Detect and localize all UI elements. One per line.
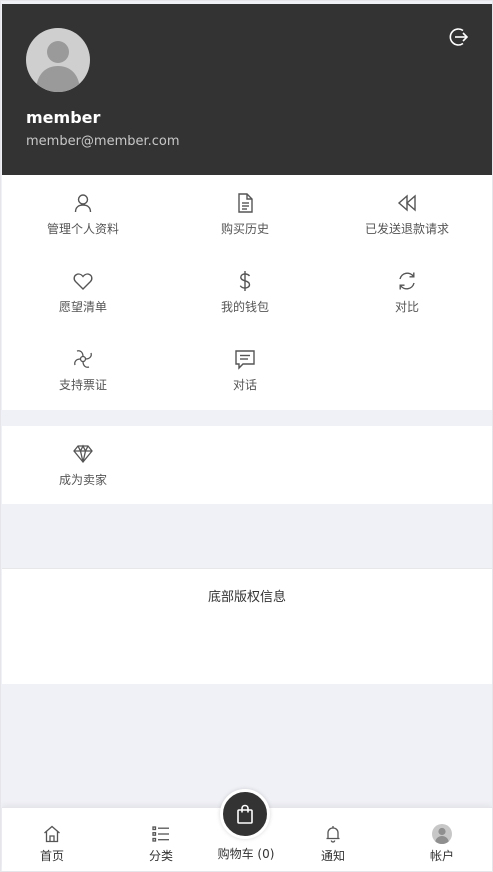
bell-icon bbox=[326, 826, 340, 843]
become-seller-button[interactable]: 成为卖家 bbox=[2, 426, 164, 504]
menu-item-wallet[interactable]: 我的钱包 bbox=[164, 253, 326, 331]
nav-categories-label: 分类 bbox=[148, 849, 173, 863]
user-silhouette-icon bbox=[435, 827, 449, 844]
nav-cart-label[interactable]: 购物车 (0) bbox=[196, 845, 296, 862]
menu-item-conversations[interactable]: 对话 bbox=[164, 331, 326, 409]
user-icon bbox=[74, 194, 92, 213]
logout-button[interactable] bbox=[448, 26, 470, 48]
profile-header: member member@member.com bbox=[2, 4, 492, 175]
support-icon bbox=[74, 350, 92, 368]
footer: 底部版权信息 bbox=[2, 568, 492, 684]
copyright-text: 底部版权信息 bbox=[207, 590, 286, 605]
become-seller-label: 成为卖家 bbox=[58, 473, 107, 487]
menu-item-compare[interactable]: 对比 bbox=[326, 253, 488, 331]
heart-icon bbox=[73, 273, 93, 290]
menu-item-manage-profile[interactable]: 管理个人资料 bbox=[2, 175, 164, 253]
user-email: member@member.com bbox=[26, 134, 180, 149]
account-menu: 管理个人资料 购买历史 已发送退款请求 愿望清单 我的钱包 对比 支持票证 对话 bbox=[2, 175, 492, 410]
menu-item-label: 已发送退款请求 bbox=[364, 222, 449, 236]
menu-item-label: 对比 bbox=[394, 300, 419, 314]
shopping-bag-icon bbox=[237, 804, 253, 824]
menu-item-label: 购买历史 bbox=[220, 222, 269, 236]
avatar bbox=[26, 28, 90, 92]
user-silhouette-icon bbox=[36, 41, 80, 92]
rewind-icon bbox=[397, 194, 416, 212]
username: member bbox=[26, 108, 101, 127]
nav-categories[interactable]: 分类 bbox=[111, 808, 211, 871]
menu-item-label: 对话 bbox=[232, 378, 257, 392]
nav-home-label: 首页 bbox=[39, 849, 64, 863]
nav-notifications-label: 通知 bbox=[320, 849, 345, 863]
menu-item-support-tickets[interactable]: 支持票证 bbox=[2, 331, 164, 409]
logout-icon bbox=[449, 28, 469, 46]
menu-item-refund-requests[interactable]: 已发送退款请求 bbox=[326, 175, 488, 253]
cart-button[interactable] bbox=[220, 789, 270, 839]
diamond-icon bbox=[73, 444, 93, 464]
nav-home[interactable]: 首页 bbox=[2, 808, 102, 871]
app-frame: member member@member.com 管理个人资料 购买历史 已发送… bbox=[0, 0, 493, 872]
document-icon bbox=[238, 193, 253, 213]
menu-item-wishlist[interactable]: 愿望清单 bbox=[2, 253, 164, 331]
menu-item-label: 愿望清单 bbox=[58, 300, 107, 314]
nav-notifications[interactable]: 通知 bbox=[283, 808, 383, 871]
nav-account-label: 帐户 bbox=[429, 849, 454, 863]
menu-item-purchase-history[interactable]: 购买历史 bbox=[164, 175, 326, 253]
chat-icon bbox=[235, 350, 255, 370]
menu-item-label: 管理个人资料 bbox=[46, 222, 119, 236]
dollar-icon bbox=[239, 271, 251, 291]
home-icon bbox=[44, 825, 60, 843]
list-icon bbox=[152, 826, 169, 842]
menu-item-label: 我的钱包 bbox=[220, 300, 269, 314]
avatar bbox=[432, 824, 452, 844]
nav-account[interactable]: 帐户 bbox=[392, 808, 492, 871]
refresh-icon bbox=[399, 272, 415, 290]
seller-panel: 成为卖家 bbox=[2, 426, 492, 504]
menu-item-label: 支持票证 bbox=[58, 378, 107, 392]
